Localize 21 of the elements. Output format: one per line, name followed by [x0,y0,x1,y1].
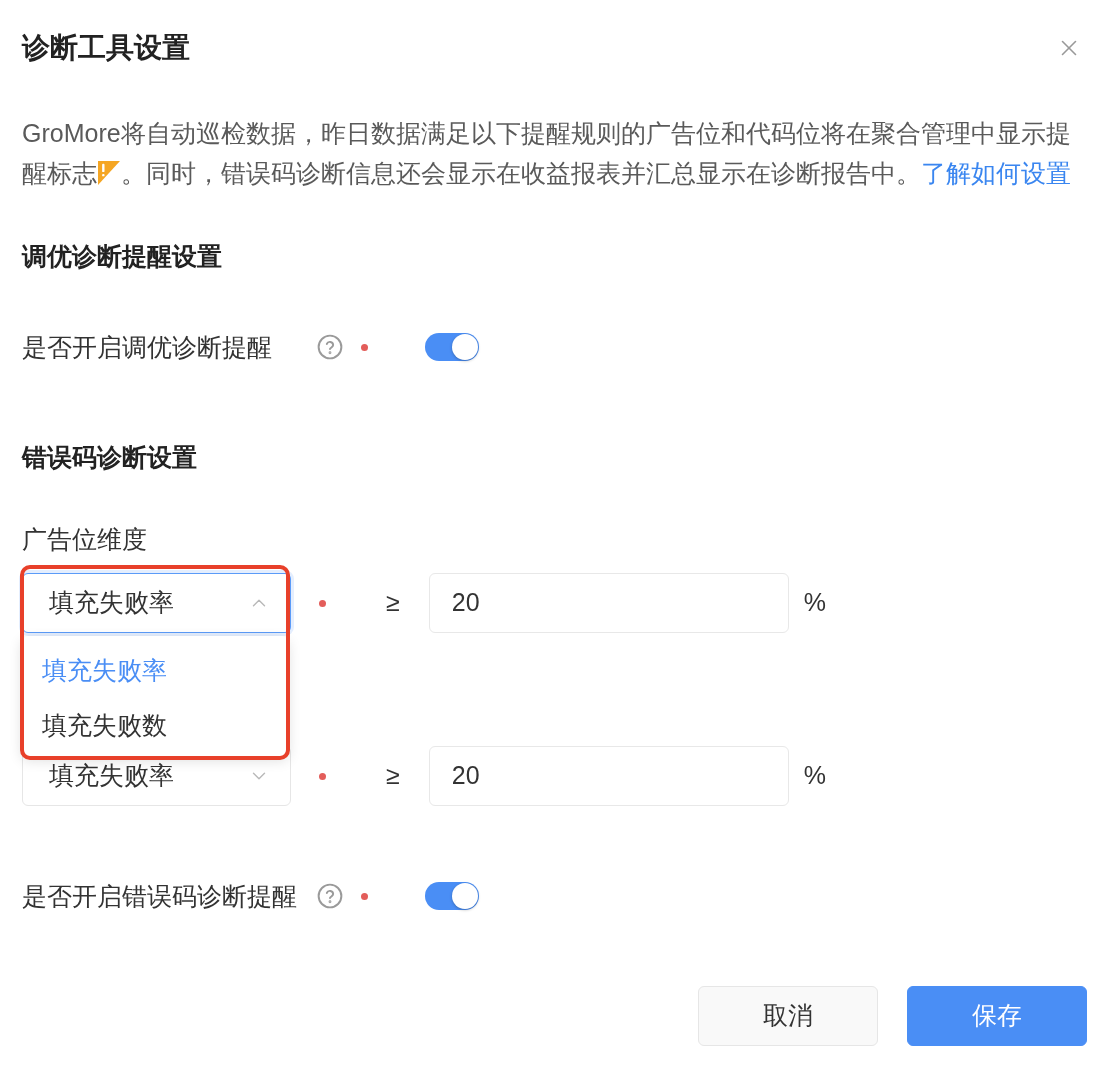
number-input[interactable]: 20 [428,573,789,633]
toggle-switch[interactable] [425,882,479,910]
field-label: 广告位维度 [22,524,147,555]
operator-text: ≥ [386,760,400,792]
learn-more-link[interactable]: 了解如何设置 [921,159,1071,187]
operator-text: ≥ [386,587,400,619]
unit-text: % [803,587,826,619]
switch-label: 是否开启错误码诊断提醒 [22,881,297,912]
help-icon [317,883,343,909]
section-title: 错误码诊断设置 [22,442,197,473]
cancel-button[interactable]: 取消 [698,986,878,1046]
intro-paragraph: GroMore将自动巡检数据，昨日数据满足以下提醒规则的广告位和代码位将在聚合管理中显示提醒标志 。同时，错误码诊断信息还会显示在收益报表并汇总显示在诊断报告中。了解如何设置 [22,118,1072,189]
toggle-switch[interactable] [425,333,479,361]
dropdown-select[interactable]: 填充失败率 [22,573,291,633]
switch-label: 是否开启调优诊断提醒 [22,332,272,363]
section-title: 调优诊断提醒设置 [22,241,222,272]
number-input[interactable]: 20 [428,746,789,806]
unit-text: % [803,760,826,792]
help-icon [317,334,343,360]
warning-flag-icon [98,161,120,185]
dialog-title: 诊断工具设置 [22,31,190,65]
